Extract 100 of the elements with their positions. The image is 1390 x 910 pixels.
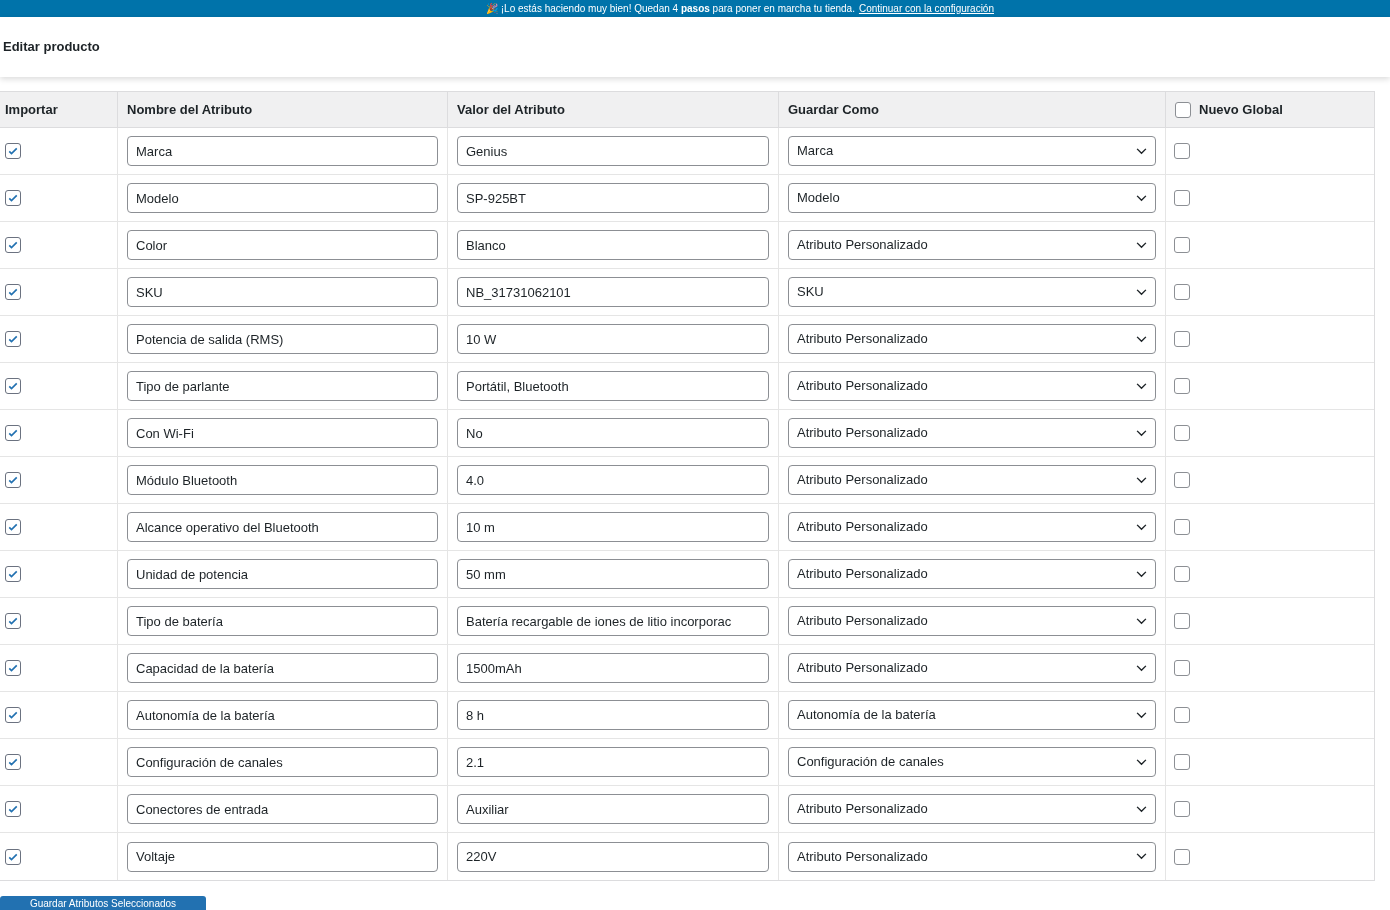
input-field[interactable]: Marca [127,136,438,166]
checkbox[interactable] [5,190,21,206]
checkbox[interactable] [5,801,21,817]
chevron-down-icon [1136,382,1147,390]
checkbox[interactable] [5,519,21,535]
input-field[interactable]: No [457,418,769,448]
input-field[interactable]: Potencia de salida (RMS) [127,324,438,354]
column-header: Importar [5,100,58,119]
chevron-down-icon [1136,288,1147,296]
checkbox[interactable] [5,425,21,441]
input-field[interactable]: 50 mm [457,559,769,589]
input-field[interactable]: Con Wi-Fi [127,418,438,448]
setup-link[interactable]: Continuar con la configuración [858,3,994,14]
checkbox[interactable] [5,378,21,394]
chevron-down-icon [1136,805,1147,813]
input-field[interactable]: Configuración de canales [127,747,438,777]
input-field[interactable]: SKU [127,277,438,307]
input-field[interactable]: 220V [457,841,769,872]
checkbox[interactable] [1174,848,1190,865]
dropdown[interactable]: Atributo Personalizado [788,418,1156,448]
input-field[interactable]: 8 h [457,700,769,730]
checkbox[interactable] [5,143,21,159]
checkbox[interactable] [1174,378,1190,394]
input-field[interactable]: NB_31731062101 [457,277,769,307]
notice-text: 🎉 ¡Lo estás haciendo muy bien! Quedan 4 pasos para poner en marcha tu tienda. [486,3,855,14]
dropdown[interactable]: Marca [788,136,1156,166]
checkbox[interactable] [5,660,21,676]
check-icon [7,709,19,721]
column-header: Guardar Como [788,100,879,119]
checkbox[interactable] [1174,707,1190,723]
dropdown[interactable]: Atributo Personalizado [788,465,1156,495]
input-field[interactable]: Capacidad de la batería [127,653,438,683]
input-field[interactable]: Auxiliar [457,794,769,824]
checkbox[interactable] [1174,519,1190,535]
checkbox[interactable] [1174,660,1190,676]
checkbox[interactable] [5,237,21,253]
checkbox[interactable] [5,613,21,629]
input-field[interactable]: SP-925BT [457,183,769,213]
dropdown[interactable]: Atributo Personalizado [788,794,1156,824]
checkbox[interactable] [5,707,21,723]
input-field[interactable]: Color [127,230,438,260]
checkbox[interactable] [1174,190,1190,206]
checkbox[interactable] [5,848,21,865]
dropdown[interactable]: Atributo Personalizado [788,512,1156,542]
input-field[interactable]: 1500mAh [457,653,769,683]
input-field[interactable]: 10 m [457,512,769,542]
input-field[interactable]: 4.0 [457,465,769,495]
checkbox[interactable] [1174,331,1190,347]
input-field[interactable]: Modelo [127,183,438,213]
checkbox[interactable] [1174,566,1190,582]
chevron-down-icon [1136,617,1147,625]
input-field[interactable]: Tipo de parlante [127,371,438,401]
save-button[interactable]: Guardar Atributos Seleccionados [0,896,206,910]
input-field[interactable]: 2.1 [457,747,769,777]
input-field[interactable]: Tipo de batería [127,606,438,636]
checkbox[interactable] [1174,143,1190,159]
input-field[interactable]: 10 W [457,324,769,354]
check-icon [7,615,19,627]
checkbox[interactable] [1174,754,1190,770]
checkbox[interactable] [1175,101,1191,118]
dropdown[interactable]: Atributo Personalizado [788,324,1156,354]
check-icon [7,803,19,815]
check-icon [7,427,19,439]
dropdown[interactable]: SKU [788,277,1156,307]
dropdown[interactable]: Atributo Personalizado [788,230,1156,260]
input-field[interactable]: Portátil, Bluetooth [457,371,769,401]
chevron-down-icon [1136,758,1147,766]
checkbox[interactable] [5,472,21,488]
input-field[interactable]: Autonomía de la batería [127,700,438,730]
input-field[interactable]: Blanco [457,230,769,260]
page-title: Editar producto [3,38,100,57]
dropdown[interactable]: Atributo Personalizado [788,559,1156,589]
input-field[interactable]: Módulo Bluetooth [127,465,438,495]
input-field[interactable]: Batería recargable de iones de litio incorporac [457,606,769,636]
checkbox[interactable] [5,566,21,582]
dropdown[interactable]: Atributo Personalizado [788,606,1156,636]
column-header: Nuevo Global [1199,100,1283,119]
dropdown[interactable]: Configuración de canales [788,747,1156,777]
dropdown[interactable]: Atributo Personalizado [788,653,1156,683]
dropdown[interactable]: Atributo Personalizado [788,841,1156,872]
checkbox[interactable] [5,754,21,770]
chevron-down-icon [1136,476,1147,484]
checkbox[interactable] [5,284,21,300]
input-field[interactable]: Unidad de potencia [127,559,438,589]
checkbox[interactable] [1174,472,1190,488]
checkbox[interactable] [1174,284,1190,300]
checkbox[interactable] [1174,237,1190,253]
dropdown[interactable]: Modelo [788,183,1156,213]
input-field[interactable]: Conectores de entrada [127,794,438,824]
checkbox[interactable] [1174,613,1190,629]
input-field[interactable]: Genius [457,136,769,166]
dropdown[interactable]: Autonomía de la batería [788,700,1156,730]
dropdown[interactable]: Atributo Personalizado [788,371,1156,401]
input-field[interactable]: Alcance operativo del Bluetooth [127,512,438,542]
checkbox[interactable] [5,331,21,347]
checkbox[interactable] [1174,425,1190,441]
chevron-down-icon [1136,194,1147,202]
input-field[interactable]: Voltaje [127,841,438,872]
column-header: Valor del Atributo [457,100,565,119]
checkbox[interactable] [1174,801,1190,817]
